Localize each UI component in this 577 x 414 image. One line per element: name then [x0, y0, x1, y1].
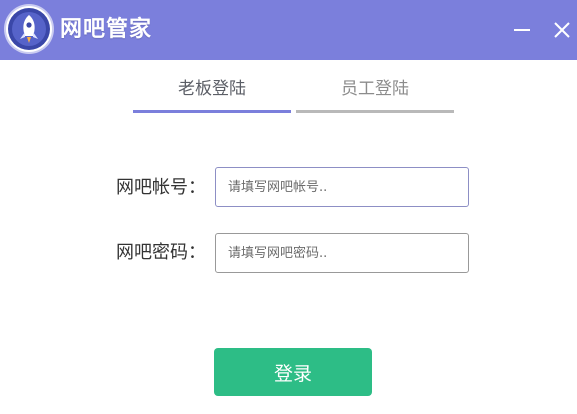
- account-input[interactable]: [215, 167, 469, 207]
- tab-staff-login[interactable]: 员工登陆: [296, 76, 454, 113]
- login-button[interactable]: 登录: [214, 348, 372, 396]
- tab-boss-login[interactable]: 老板登陆: [133, 76, 291, 113]
- minimize-icon: [514, 29, 530, 31]
- app-title: 网吧管家: [60, 17, 153, 42]
- close-button[interactable]: [548, 16, 576, 44]
- password-label: 网吧密码：: [116, 242, 206, 263]
- minimize-button[interactable]: [508, 16, 536, 44]
- account-label: 网吧帐号：: [116, 177, 206, 198]
- password-input[interactable]: [215, 233, 469, 273]
- title-bar: 网吧管家: [0, 0, 577, 60]
- rocket-logo-icon: [6, 6, 52, 52]
- close-icon: [554, 22, 570, 38]
